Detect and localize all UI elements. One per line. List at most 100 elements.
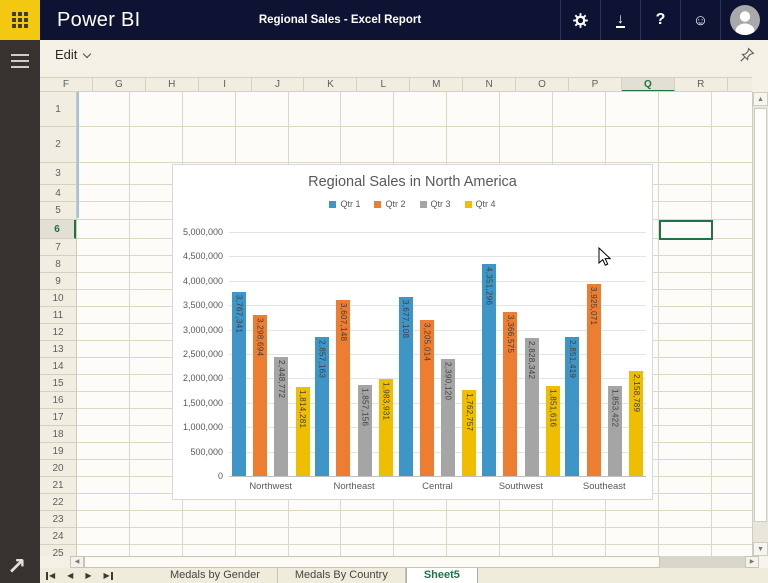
bar-qtr1-southwest[interactable]: 4,351,296 [482,264,496,476]
feedback-button[interactable]: ☺ [680,0,720,40]
legend-item-qtr-2[interactable]: Qtr 2 [374,199,405,209]
row-header-19[interactable]: 19 [40,443,76,460]
column-header-h[interactable]: H [146,78,199,92]
row-header-18[interactable]: 18 [40,426,76,443]
row-header-21[interactable]: 21 [40,477,76,494]
bar-qtr1-southeast[interactable]: 2,851,419 [565,337,579,476]
column-header-p[interactable]: P [569,78,622,92]
menu-button[interactable] [11,54,29,72]
tab-medals-by-gender[interactable]: Medals by Gender [153,568,278,583]
legend-item-qtr-1[interactable]: Qtr 1 [329,199,360,209]
row-header-1[interactable]: 1 [40,92,76,127]
horizontal-scroll-thumb[interactable] [84,556,660,568]
bar-qtr1-northwest[interactable]: 3,767,341 [232,292,246,476]
bar-qtr3-northwest[interactable]: 2,448,772 [274,357,288,477]
row-header-15[interactable]: 15 [40,375,76,392]
legend-item-qtr-3[interactable]: Qtr 3 [420,199,451,209]
bar-qtr3-southeast[interactable]: 1,853,422 [608,386,622,476]
column-header-n[interactable]: N [463,78,516,92]
vertical-scrollbar[interactable]: ▲ ▼ [752,92,768,556]
bar-qtr2-northeast[interactable]: 3,607,148 [336,300,350,476]
y-tick-label-500000: 500,000 [173,447,223,457]
row-header-17[interactable]: 17 [40,409,76,426]
row-header-12[interactable]: 12 [40,324,76,341]
pin-visual-button[interactable] [739,47,755,68]
vertical-scroll-thumb[interactable] [754,108,767,522]
row-header-22[interactable]: 22 [40,494,76,511]
column-header-l[interactable]: L [357,78,410,92]
row-header-20[interactable]: 20 [40,460,76,477]
row-header-2[interactable]: 2 [40,127,76,163]
column-header-f[interactable]: F [40,78,93,92]
row-header-16[interactable]: 16 [40,392,76,409]
previous-sheet-button[interactable]: ◀ [67,572,73,580]
bar-qtr4-northwest[interactable]: 1,814,281 [296,387,310,476]
bar-qtr2-southeast[interactable]: 3,925,071 [587,284,601,476]
bar-qtr2-northwest[interactable]: 3,298,694 [253,315,267,476]
help-icon: ? [656,11,666,29]
horizontal-scrollbar[interactable]: ◀ ▶ [70,556,768,568]
data-label: 4,351,296 [484,267,493,305]
row-header-25[interactable]: 25 [40,545,76,556]
bar-qtr3-southwest[interactable]: 2,828,342 [525,338,539,476]
y-tick-label-1000000: 1,000,000 [173,422,223,432]
column-header-o[interactable]: O [516,78,569,92]
legend-item-qtr-4[interactable]: Qtr 4 [465,199,496,209]
tab-sheet5[interactable]: Sheet5 [406,568,478,583]
scroll-up-button[interactable]: ▲ [753,92,768,106]
tab-medals-by-country[interactable]: Medals By Country [278,568,406,583]
app-launcher-button[interactable] [0,0,40,40]
column-header-i[interactable]: I [199,78,252,92]
last-sheet-button[interactable]: ▶ [103,572,112,580]
bar-qtr3-northeast[interactable]: 1,857,156 [358,385,372,476]
bar-qtr4-northeast[interactable]: 1,983,931 [379,379,393,476]
bar-qtr4-central[interactable]: 1,762,757 [462,390,476,476]
row-header-8[interactable]: 8 [40,256,76,273]
scroll-down-button[interactable]: ▼ [753,542,768,556]
sheet-tabs: Medals by GenderMedals By CountrySheet5 [153,568,478,583]
row-header-10[interactable]: 10 [40,290,76,307]
first-sheet-button[interactable]: ◀ [46,572,55,580]
selected-cell-q6[interactable] [659,220,713,240]
row-header-24[interactable]: 24 [40,528,76,545]
row-header-14[interactable]: 14 [40,358,76,375]
row-header-23[interactable]: 23 [40,511,76,528]
column-header-g[interactable]: G [93,78,146,92]
bar-qtr3-central[interactable]: 2,390,120 [441,359,455,476]
scroll-right-button[interactable]: ▶ [745,556,759,568]
column-header-k[interactable]: K [305,78,358,92]
expand-icon[interactable]: ↗ [7,553,26,580]
bar-qtr4-southwest[interactable]: 1,851,616 [546,386,560,476]
row-header-13[interactable]: 13 [40,341,76,358]
help-button[interactable]: ? [640,0,680,40]
row-header-6[interactable]: 6 [40,220,76,239]
column-header-j[interactable]: J [252,78,305,92]
bar-qtr1-central[interactable]: 3,677,108 [399,297,413,476]
account-button[interactable] [720,0,768,40]
edit-menu-button[interactable]: Edit [55,40,90,70]
column-headers: FGHIJKLMNOPQR [40,77,752,92]
column-header-q[interactable]: Q [622,78,675,92]
column-header-r[interactable]: R [675,78,728,92]
row-header-9[interactable]: 9 [40,273,76,290]
bar-qtr1-northeast[interactable]: 2,857,163 [315,337,329,476]
bar-qtr2-southwest[interactable]: 3,366,575 [503,312,517,476]
data-label: 3,767,341 [234,295,243,333]
scrollbar-corner [759,556,768,568]
row-header-4[interactable]: 4 [40,185,76,202]
next-sheet-button[interactable]: ▶ [85,572,91,580]
bar-qtr4-southeast[interactable]: 2,158,789 [629,371,643,476]
chart-regional-sales[interactable]: Regional Sales in North America Qtr 1Qtr… [172,164,653,500]
download-button[interactable]: ↓ [600,0,640,40]
row-header-3[interactable]: 3 [40,163,76,185]
grid-column-r [712,92,752,556]
row-header-7[interactable]: 7 [40,239,76,256]
settings-button[interactable] [560,0,600,40]
scroll-left-button[interactable]: ◀ [70,556,84,568]
topbar-actions: ↓ ? ☺ [560,0,768,40]
row-header-5[interactable]: 5 [40,202,76,220]
legend-label: Qtr 3 [431,199,451,209]
bar-qtr2-central[interactable]: 3,205,014 [420,320,434,476]
row-header-11[interactable]: 11 [40,307,76,324]
column-header-m[interactable]: M [410,78,463,92]
